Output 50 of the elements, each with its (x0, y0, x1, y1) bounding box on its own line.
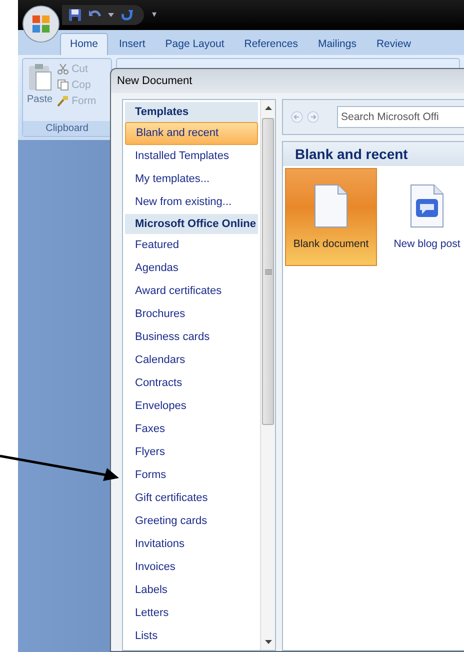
caret-icon[interactable] (108, 12, 114, 18)
office-button[interactable] (22, 5, 60, 43)
template-category[interactable]: Greeting cards (125, 510, 258, 533)
template-category[interactable]: Envelopes (125, 395, 258, 418)
template-category[interactable]: Gift certificates (125, 487, 258, 510)
template-category[interactable]: Calendars (125, 349, 258, 372)
save-icon[interactable] (68, 8, 82, 22)
scissors-icon (56, 63, 69, 75)
template-category[interactable]: Letters (125, 602, 258, 625)
paste-button[interactable]: Paste (27, 63, 53, 117)
template-category[interactable]: Flyers (125, 441, 258, 464)
blog-document-icon (410, 184, 444, 228)
customize-toolbar-button[interactable]: ▾ (152, 10, 157, 20)
template-category[interactable]: Forms (125, 464, 258, 487)
template-category[interactable]: Business cards (125, 326, 258, 349)
ribbon-tab[interactable]: References (235, 34, 307, 55)
template-category[interactable]: Installed Templates (125, 145, 258, 168)
template-category[interactable]: Featured (125, 234, 258, 257)
template-category[interactable]: Labels (125, 579, 258, 602)
ribbon-tab[interactable]: Home (60, 33, 108, 55)
list-heading: Microsoft Office Online (125, 214, 258, 234)
clipboard-icon (28, 63, 52, 91)
template-tile[interactable]: New blog post (381, 168, 464, 266)
dialog-title: New Document (116, 74, 194, 89)
copy-icon (56, 79, 69, 91)
template-category[interactable]: Faxes (125, 418, 258, 441)
paintbrush-icon (56, 95, 69, 107)
template-category[interactable]: Agendas (125, 257, 258, 280)
template-category[interactable]: Invitations (125, 533, 258, 556)
redo-icon[interactable] (120, 8, 134, 22)
scrollbar[interactable] (260, 100, 275, 650)
template-category[interactable]: Invoices (125, 556, 258, 579)
section-title: Blank and recent (283, 142, 464, 166)
ribbon-tab[interactable]: Page Layout (156, 34, 234, 55)
template-category[interactable]: Brochures (125, 303, 258, 326)
document-icon (314, 184, 348, 228)
template-category[interactable]: My templates... (125, 168, 258, 191)
group-label: Clipboard (23, 121, 111, 136)
list-heading: Templates (125, 102, 258, 122)
ribbon-tab[interactable]: Review (367, 34, 420, 55)
template-category[interactable]: Award certificates (125, 280, 258, 303)
template-category[interactable]: Contracts (125, 372, 258, 395)
search-field[interactable]: Search Microsoft Offi (337, 106, 464, 128)
template-category[interactable]: Lists (125, 625, 258, 648)
ribbon-tab[interactable]: Mailings (308, 34, 366, 55)
scroll-thumb[interactable] (262, 118, 274, 425)
ribbon-tab[interactable]: Insert (110, 34, 154, 55)
template-category[interactable]: New from existing... (125, 191, 258, 214)
template-tile[interactable]: Blank document (285, 168, 377, 266)
template-category[interactable]: Blank and recent (125, 122, 258, 145)
